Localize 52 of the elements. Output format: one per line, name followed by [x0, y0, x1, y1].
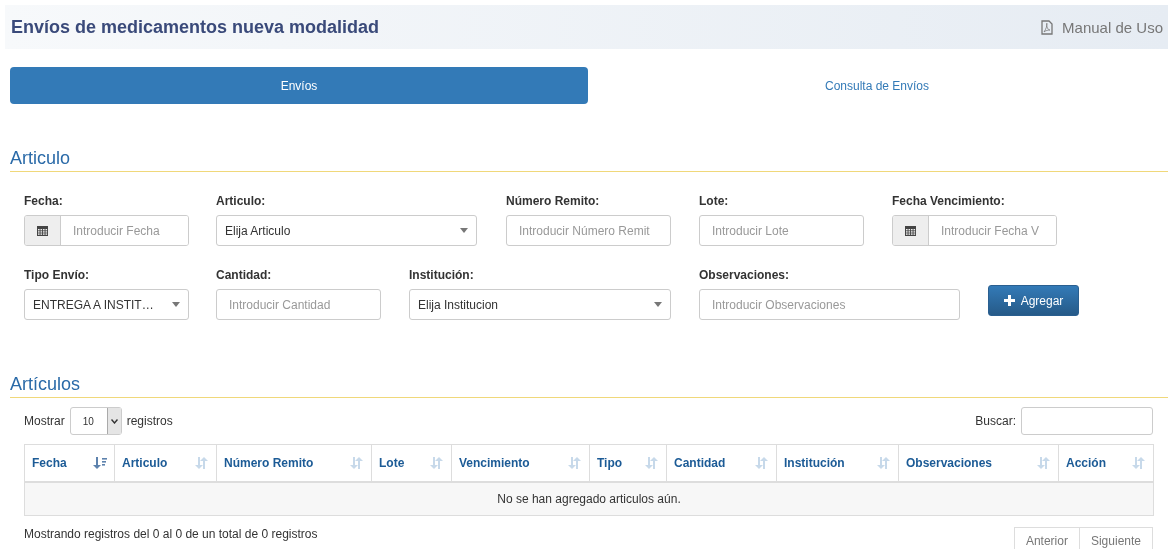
- manual-link[interactable]: Manual de Uso: [1041, 18, 1163, 36]
- length-label: Mostrar: [24, 414, 65, 428]
- empty-table-message: No se han agregado articulos aún.: [24, 481, 1154, 516]
- caret-icon: [654, 302, 662, 307]
- field-label: Cantidad:: [216, 268, 273, 282]
- caret-icon: [172, 302, 180, 307]
- pagination-button[interactable]: Siguiente: [1079, 527, 1153, 549]
- select-field[interactable]: ENTREGA A INSTIT…: [24, 289, 189, 320]
- calendar-icon: [37, 225, 48, 236]
- column-header[interactable]: Acción: [1058, 444, 1154, 482]
- length-label: registros: [126, 414, 173, 428]
- column-header[interactable]: Lote: [371, 444, 452, 482]
- tab[interactable]: Consulta de Envíos: [588, 67, 1166, 104]
- chevron-down-icon: [110, 418, 118, 424]
- column-header[interactable]: Fecha: [24, 444, 115, 482]
- plus-icon: [1003, 295, 1015, 306]
- input-field[interactable]: Introducir Lote: [699, 215, 864, 246]
- table-info: Mostrando registros del 0 al 0 de un total de 0 registros: [24, 527, 318, 541]
- field-label: Fecha:: [24, 194, 64, 208]
- input-field[interactable]: Introducir Cantidad: [216, 289, 381, 320]
- column-header[interactable]: Observaciones: [898, 444, 1059, 482]
- select-field[interactable]: Elija Institucion: [409, 289, 671, 320]
- search-label: Buscar:: [975, 414, 1016, 428]
- field-label: Articulo:: [216, 194, 267, 208]
- date-field[interactable]: Introducir Fecha V: [892, 215, 1057, 246]
- field-label: Institución:: [409, 268, 475, 282]
- column-header[interactable]: Articulo: [114, 444, 217, 482]
- column-header[interactable]: Institución: [776, 444, 899, 482]
- input-field[interactable]: Introducir Número Remit: [506, 215, 671, 246]
- column-header[interactable]: Vencimiento: [451, 444, 590, 482]
- section-title: Articulo: [10, 148, 72, 169]
- page-size-select[interactable]: 10: [69, 407, 122, 435]
- field-label: Fecha Vencimiento:: [892, 194, 1006, 208]
- tab[interactable]: Envíos: [10, 67, 588, 104]
- section-title: Artículos: [10, 374, 82, 395]
- column-header[interactable]: Cantidad: [666, 444, 777, 482]
- field-label: Tipo Envío:: [24, 268, 91, 282]
- column-header[interactable]: Tipo: [589, 444, 667, 482]
- page-title: Envíos de medicamentos nueva modalidad: [11, 16, 380, 38]
- add-button[interactable]: Agregar: [988, 285, 1079, 316]
- calendar-icon: [905, 225, 916, 236]
- field-label: Número Remito:: [506, 194, 601, 208]
- caret-icon: [460, 228, 468, 233]
- pdf-file-icon: [1041, 19, 1054, 35]
- select-field[interactable]: Elija Articulo: [216, 215, 477, 246]
- column-header[interactable]: Número Remito: [216, 444, 372, 482]
- input-field[interactable]: Introducir Observaciones: [699, 289, 960, 320]
- pagination-button[interactable]: Anterior: [1013, 527, 1080, 549]
- search-field[interactable]: [1021, 407, 1153, 435]
- date-field[interactable]: Introducir Fecha: [24, 215, 189, 246]
- field-label: Observaciones:: [699, 268, 791, 282]
- field-label: Lote:: [699, 194, 730, 208]
